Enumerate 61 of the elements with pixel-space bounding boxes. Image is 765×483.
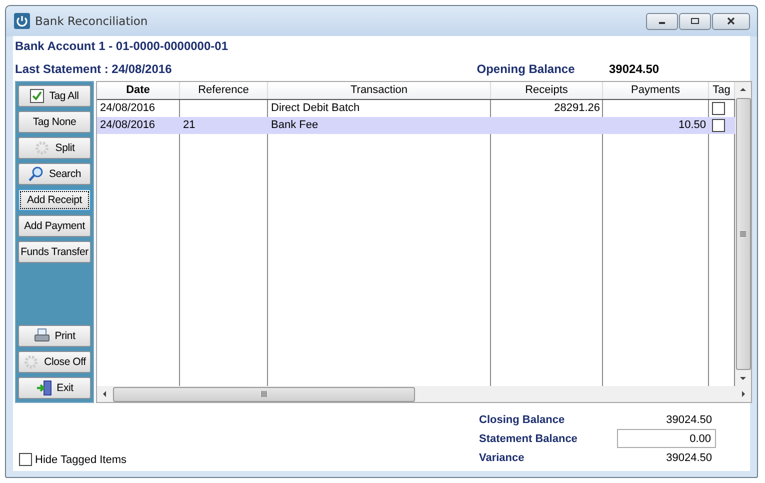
statement-balance-label: Statement Balance (479, 432, 578, 444)
closing-balance-value: 39024.50 (665, 414, 713, 426)
last-statement-label: Last Statement : 24/08/2016 (15, 62, 172, 76)
table-cell-text: Direct Debit Batch (270, 101, 361, 116)
scroll-right-icon[interactable] (739, 390, 747, 398)
toolbar-button[interactable]: Print (18, 325, 91, 347)
scroll-left-icon[interactable] (101, 390, 109, 398)
horizontal-scrollbar[interactable] (97, 386, 751, 402)
checkbox-icon (30, 89, 44, 103)
checkbox-label[interactable]: Hide Tagged Items (35, 454, 127, 466)
opening-balance-value: 39024.50 (609, 62, 660, 76)
column-header[interactable]: Transaction (268, 82, 491, 99)
maximize-button[interactable] (679, 12, 711, 30)
hide-tagged-checkbox[interactable] (19, 453, 32, 466)
variance-label: Variance (479, 452, 524, 464)
grip-icon (260, 390, 268, 398)
window-title: Bank Reconciliation (35, 14, 148, 28)
minimize-button[interactable] (646, 12, 678, 30)
closing-balance-label: Closing Balance (479, 414, 565, 426)
opening-balance-label: Opening Balance (476, 62, 575, 76)
column-header[interactable]: Reference (180, 82, 268, 99)
printer-icon (34, 328, 50, 344)
gear-icon (34, 140, 50, 156)
power-icon (14, 13, 30, 29)
scroll-down-icon[interactable] (739, 374, 747, 382)
toolbar-button[interactable]: Funds Transfer (18, 241, 91, 263)
variance-value: 39024.50 (665, 452, 713, 464)
gear-icon (23, 354, 40, 370)
toolbar-button[interactable]: Tag None (18, 111, 91, 133)
scroll-thumb[interactable] (113, 386, 415, 402)
toolbar-button[interactable]: Add Payment (18, 215, 91, 237)
table-cell-text: Bank Fee (270, 118, 320, 133)
close-button[interactable] (712, 12, 750, 30)
column-header[interactable]: Payments (603, 82, 709, 99)
scroll-thumb[interactable] (736, 98, 750, 370)
toolbar-button[interactable]: Search (18, 163, 91, 185)
grip-icon (739, 230, 747, 238)
close-icon (726, 16, 736, 26)
table-cell-text: 10.50 (677, 118, 707, 133)
toolbar-button[interactable]: Split (18, 137, 91, 159)
column-header[interactable]: Receipts (491, 82, 603, 99)
toolbar-button[interactable]: Tag All (18, 85, 91, 107)
table-row[interactable]: 24/08/2016 Direct Debit Batch 28291.26 (97, 100, 735, 117)
table-cell-text: 24/08/2016 (99, 101, 156, 116)
search-icon (28, 166, 44, 182)
toolbar-button[interactable]: Exit (18, 377, 91, 399)
scroll-up-icon[interactable] (739, 86, 747, 94)
tag-checkbox[interactable] (712, 119, 725, 132)
table-cell-text: 21 (182, 118, 196, 133)
exit-icon (36, 380, 52, 396)
account-title: Bank Account 1 - 01-0000-0000000-01 (15, 39, 229, 53)
toolbar-button[interactable]: Close Off (18, 351, 91, 373)
table-cell-text: 24/08/2016 (99, 118, 156, 133)
vertical-scrollbar[interactable] (735, 82, 751, 386)
column-header[interactable]: Date (97, 82, 180, 99)
table-cell-text: 28291.26 (553, 101, 601, 116)
statement-balance-field[interactable]: 0.00 (617, 429, 716, 448)
table-row[interactable]: 24/08/2016 21 Bank Fee 10.50 (97, 117, 735, 134)
tag-checkbox[interactable] (712, 102, 725, 115)
toolbar-button[interactable]: Add Receipt (18, 189, 91, 211)
maximize-icon (690, 16, 700, 26)
